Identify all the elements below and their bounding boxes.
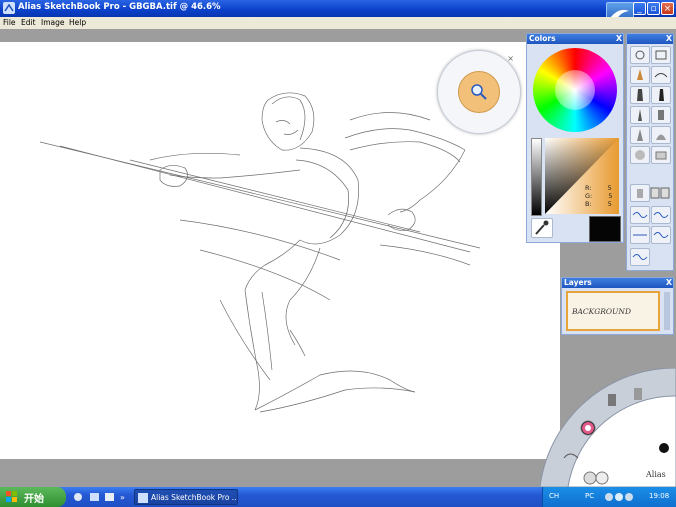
g-label: G: [585, 192, 593, 200]
menu-image[interactable]: Image [41, 17, 65, 29]
app-small-icon [138, 493, 148, 503]
start-button[interactable]: 开始 [0, 487, 66, 507]
magnifier-icon [471, 84, 487, 100]
wave-stroke-icon [632, 212, 648, 218]
brush-button-airbrush[interactable] [651, 106, 671, 124]
pen-icon [659, 89, 664, 101]
window-title: Alias SketchBook Pro - GBGBA.tif @ 46.6% [18, 2, 221, 12]
menu-help[interactable]: Help [69, 17, 86, 29]
eraser-icon [655, 151, 667, 160]
taskbar-window-label: Alias SketchBook Pro ... [151, 493, 238, 502]
zoom-control[interactable] [458, 71, 500, 113]
stroke-preset-3[interactable] [630, 226, 650, 244]
ink-pen-icon [638, 109, 642, 121]
brush-palette-header: X [627, 34, 673, 44]
close-button[interactable]: × [661, 2, 674, 15]
pencil-icon [637, 69, 643, 80]
r-value: 5 [607, 184, 612, 192]
maximize-button[interactable]: ▫ [647, 2, 660, 15]
lagoon-brand: Alias [646, 470, 666, 479]
brush-button-pen[interactable] [651, 86, 671, 104]
new-brush-icon [650, 187, 670, 199]
menu-edit[interactable]: Edit [21, 17, 36, 29]
colors-panel-close-button[interactable]: X [616, 34, 622, 44]
menu-bar: File Edit Image Help [0, 17, 676, 29]
quick-launch-icons: » [74, 493, 125, 502]
colors-panel-title: Colors [529, 34, 556, 43]
stroke-preset-5[interactable] [630, 248, 650, 266]
line-stroke-icon [633, 234, 647, 236]
layers-panel-close-button[interactable]: X [666, 278, 672, 288]
color-wheel-center [555, 70, 595, 110]
eyedropper-button[interactable] [531, 218, 553, 238]
blur-icon [635, 150, 645, 160]
layer-background[interactable]: BACKGROUND [566, 291, 660, 331]
layers-panel-title: Layers [564, 278, 592, 287]
wave-stroke-icon [632, 254, 648, 260]
trash-icon [637, 189, 643, 198]
brush-actions[interactable] [649, 186, 671, 200]
wave-stroke-icon [653, 212, 669, 218]
color-wheel[interactable] [533, 48, 617, 132]
tray-language[interactable]: CH [549, 492, 559, 500]
stroke-icon [654, 73, 668, 78]
brush-button-stroke[interactable] [651, 66, 671, 84]
start-label: 开始 [24, 494, 44, 505]
r-label: R: [585, 184, 592, 192]
brush-button-1[interactable] [630, 46, 650, 64]
layers-panel-header: Layers X [562, 278, 673, 288]
g-value: 5 [608, 192, 613, 200]
stroke-preset-2[interactable] [651, 206, 671, 224]
svg-text:»: » [120, 493, 125, 502]
b-value: 5 [607, 200, 612, 208]
menu-file[interactable]: File [3, 17, 16, 29]
wave-stroke-icon [653, 232, 669, 238]
brush-button-marker[interactable] [630, 86, 650, 104]
smudge-icon [656, 134, 666, 140]
tray-clock: 19:08 [649, 492, 670, 500]
quick-launch: » [72, 490, 132, 504]
system-tray: CH PC 19:08 [542, 487, 676, 507]
title-bar: Alias SketchBook Pro - GBGBA.tif @ 46.6%… [0, 0, 676, 28]
b-label: B: [585, 200, 592, 208]
value-slider[interactable] [531, 138, 542, 216]
layers-panel: Layers X BACKGROUND [561, 277, 674, 335]
brush-palette-close-button[interactable]: X [666, 34, 672, 44]
navigator-puck[interactable]: × [437, 50, 521, 134]
circle-brush-icon [635, 50, 645, 60]
navigator-close-button[interactable]: × [507, 54, 514, 63]
brush-button-smudge[interactable] [651, 126, 671, 144]
brush-button-eraser[interactable] [651, 146, 671, 164]
brush-palette: X [626, 33, 674, 271]
brush-button-2[interactable] [651, 46, 671, 64]
brush-delete-button[interactable] [630, 184, 650, 202]
stroke-preset-1[interactable] [630, 206, 650, 224]
eyedropper-icon [535, 220, 549, 235]
colors-panel-header: Colors X [527, 34, 623, 44]
chisel-icon [637, 129, 643, 141]
brush-button-chisel[interactable] [630, 126, 650, 144]
layers-scrollbar[interactable] [664, 292, 670, 330]
tray-ime[interactable]: PC [585, 492, 594, 500]
colors-panel: Colors X R: 5 G: 5 B: 5 [526, 33, 624, 243]
rgb-readout: R: 5 G: 5 B: 5 [585, 184, 612, 208]
stroke-preset-4[interactable] [651, 226, 671, 244]
minimize-button[interactable]: _ [633, 2, 646, 15]
airbrush-icon [658, 110, 664, 120]
brush-settings-icon [655, 50, 667, 60]
taskbar-window-item[interactable]: Alias SketchBook Pro ... [134, 489, 238, 505]
brush-button-blur[interactable] [630, 146, 650, 164]
windows-logo-icon [6, 491, 17, 502]
tray-icons [605, 493, 633, 501]
app-icon [3, 2, 15, 14]
brush-button-pencil[interactable] [630, 66, 650, 84]
marker-icon [637, 89, 643, 101]
current-color-swatch[interactable] [589, 216, 621, 242]
brush-button-ink[interactable] [630, 106, 650, 124]
layer-name: BACKGROUND [572, 307, 631, 316]
